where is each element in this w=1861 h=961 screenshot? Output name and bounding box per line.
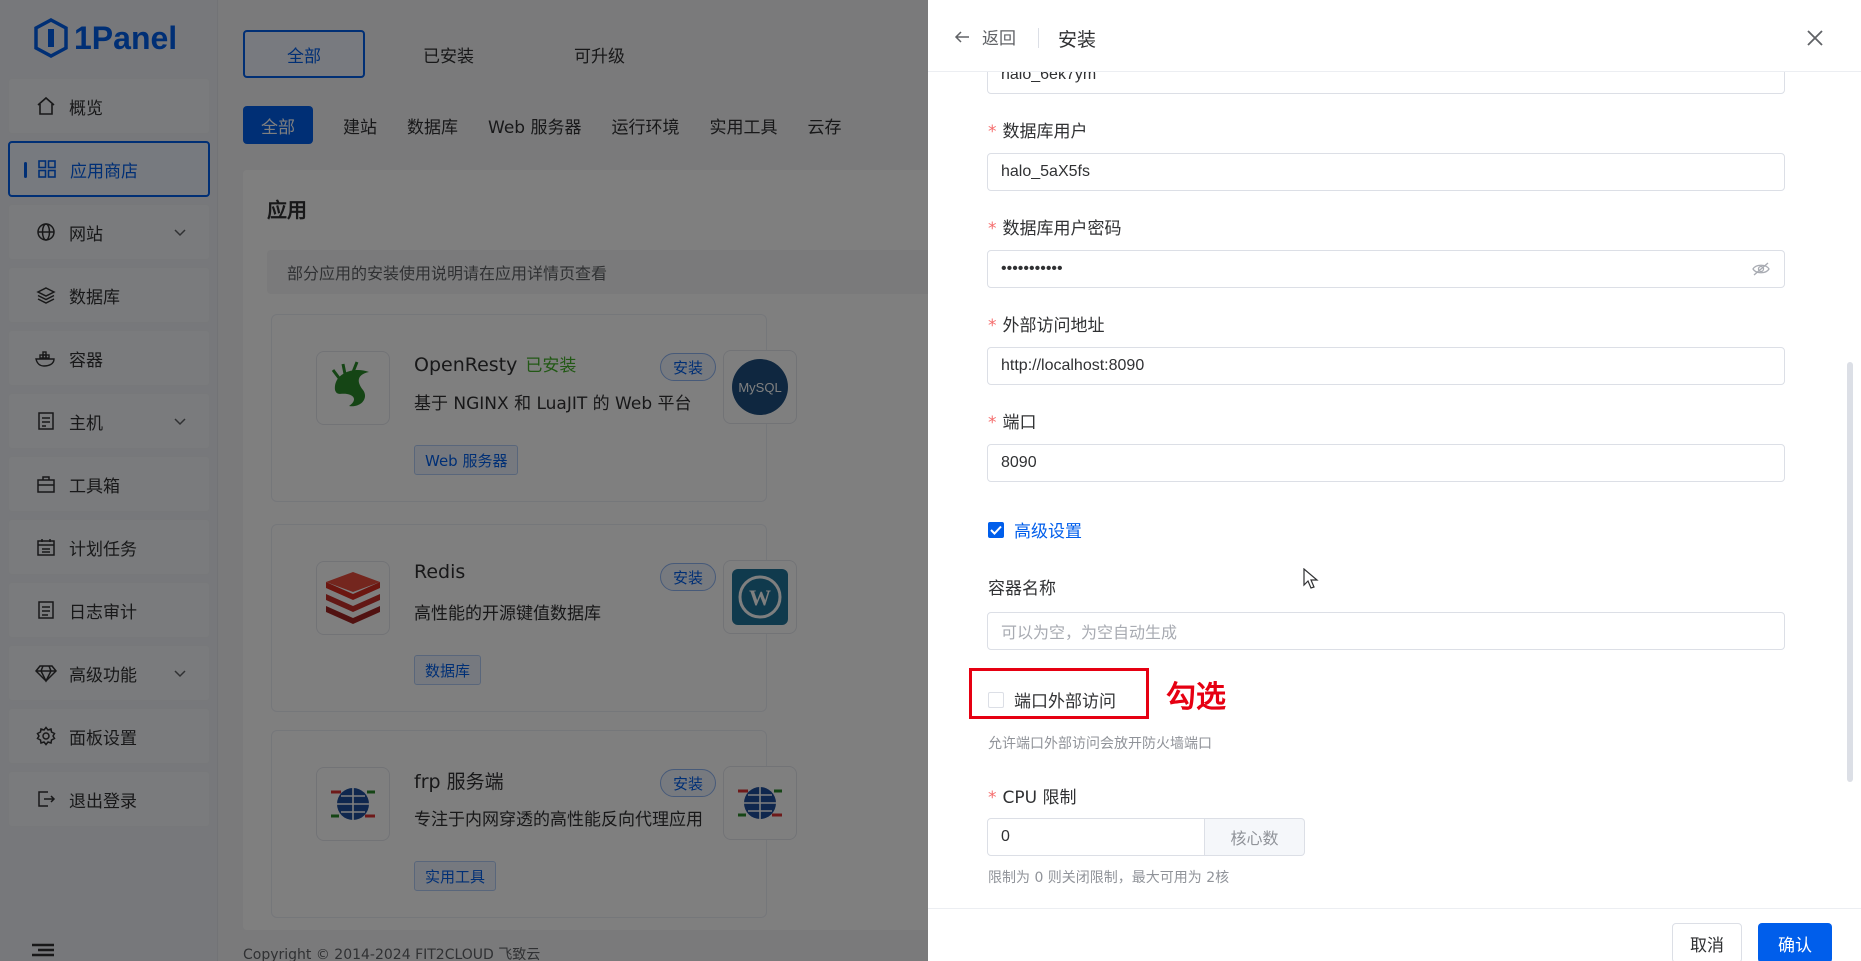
container-name-label: 容器名称 xyxy=(988,579,1056,599)
install-drawer: 返回 安装 halo_6ek7ym * 数据库用户 halo_5aX5fs * 数据… xyxy=(928,0,1861,961)
cpu-unit-suffix: 核心数 xyxy=(1205,818,1305,856)
arrow-left-icon xyxy=(954,30,969,43)
db-user-label: * 数据库用户 xyxy=(988,122,1088,142)
container-name-input[interactable]: 可以为空，为空自动生成 xyxy=(987,612,1785,650)
eye-hidden-icon[interactable] xyxy=(1752,261,1770,277)
external-url-label: * 外部访问地址 xyxy=(988,316,1105,336)
drawer-header: 返回 安装 xyxy=(928,0,1861,72)
password-value: ••••••••••• xyxy=(1001,260,1063,277)
port-input[interactable]: 8090 xyxy=(987,444,1785,482)
cpu-limit-input[interactable]: 0 xyxy=(987,818,1205,856)
cpu-limit-label: * CPU 限制 xyxy=(988,788,1077,808)
back-label: 返回 xyxy=(982,29,1016,49)
cpu-limit-hint: 限制为 0 则关闭限制，最大可用为 2核 xyxy=(988,870,1230,886)
checkbox-checked[interactable] xyxy=(988,521,1004,538)
drawer-footer: 取消 确认 xyxy=(928,908,1861,961)
install-form: halo_6ek7ym * 数据库用户 halo_5aX5fs * 数据库用户密码 … xyxy=(928,72,1861,908)
annotation-text: 勾选 xyxy=(1166,680,1226,715)
check-icon xyxy=(990,525,1002,535)
close-icon[interactable] xyxy=(1805,28,1825,48)
advanced-settings-label: 高级设置 xyxy=(1014,522,1082,542)
advanced-settings-checkbox[interactable]: 高级设置 xyxy=(988,517,1082,542)
external-url-input[interactable]: http://localhost:8090 xyxy=(987,347,1785,385)
db-password-input[interactable]: ••••••••••• xyxy=(987,250,1785,288)
back-button[interactable]: 返回 xyxy=(954,24,1016,49)
db-user-input[interactable]: halo_5aX5fs xyxy=(987,153,1785,191)
db-password-label: * 数据库用户密码 xyxy=(988,219,1122,239)
confirm-button[interactable]: 确认 xyxy=(1758,923,1832,961)
port-external-hint: 允许端口外部访问会放开防火墙端口 xyxy=(988,736,1212,752)
highlight-box xyxy=(969,668,1149,719)
port-label: * 端口 xyxy=(988,413,1037,433)
mouse-cursor-icon xyxy=(1303,568,1319,589)
drawer-title: 安装 xyxy=(1058,29,1097,51)
modal-overlay[interactable] xyxy=(0,0,928,961)
scrollbar[interactable] xyxy=(1847,362,1853,782)
header-divider xyxy=(1038,28,1039,48)
cancel-button[interactable]: 取消 xyxy=(1672,923,1742,961)
db-name-input[interactable]: halo_6ek7ym xyxy=(987,72,1785,94)
